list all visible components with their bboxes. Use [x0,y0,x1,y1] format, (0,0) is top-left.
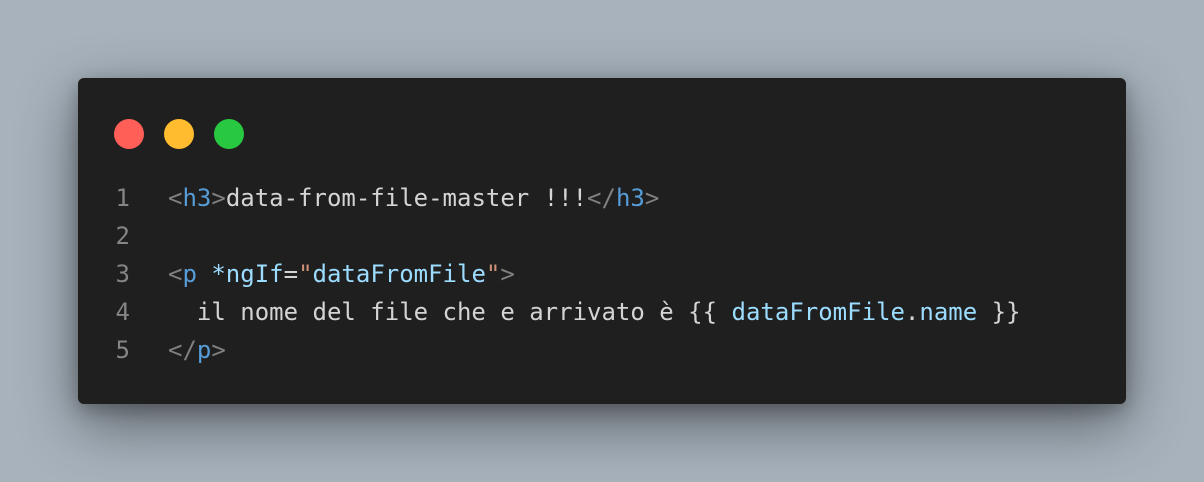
code-token: h3 [615,184,645,212]
code-line: 3 <p *ngIf="dataFromFile"> [78,255,1021,293]
line-number: 4 [115,298,130,326]
code-token: dataFromFile [312,260,486,288]
code-token: > [644,184,660,212]
code-line: 5 </p> [78,331,1021,369]
line-number: 5 [115,336,130,364]
code-token: p [196,336,212,364]
code-token: il nome del file che e arrivato è {{ [168,298,732,326]
code-token: " [485,260,501,288]
close-dot[interactable] [114,119,144,149]
code-line: 4 il nome del file che e arrivato è {{ d… [78,293,1021,331]
code-token: > [211,336,226,364]
code-token: }} [977,298,1021,326]
code-token: < [168,184,183,212]
line-content: </p> [168,331,226,369]
maximize-dot[interactable] [214,119,244,149]
line-number: 3 [115,260,130,288]
line-content: <h3>data-from-file-master !!!</h3> [168,179,659,217]
minimize-dot[interactable] [164,119,194,149]
code-token: name [919,298,978,326]
line-content: <p *ngIf="dataFromFile"> [168,255,515,293]
code-token: < [168,260,183,288]
code-token: " [298,260,313,288]
code-token: dataFromFile [731,298,905,326]
code-line: 2 [78,217,1021,255]
code-window: 1 <h3>data-from-file-master !!!</h3> 2 3 <p … [78,78,1126,404]
code-token: </ [587,184,616,212]
code-token: h3 [182,184,212,212]
line-content: il nome del file che e arrivato è {{ dat… [168,293,1021,331]
line-number: 2 [115,222,130,250]
code-token: </ [168,336,197,364]
code-token: > [500,260,515,288]
code-token: *ngIf [211,260,284,288]
code-line: 1 <h3>data-from-file-master !!!</h3> [78,179,1021,217]
code-token: p [182,260,197,288]
code-token: . [904,298,920,326]
line-number: 1 [115,184,130,212]
code-token: > [211,184,226,212]
code-token: data-from-file-master !!! [225,184,588,212]
code-block: 1 <h3>data-from-file-master !!!</h3> 2 3 <p … [78,179,1021,369]
code-token: = [283,260,299,288]
window-controls [114,119,244,149]
